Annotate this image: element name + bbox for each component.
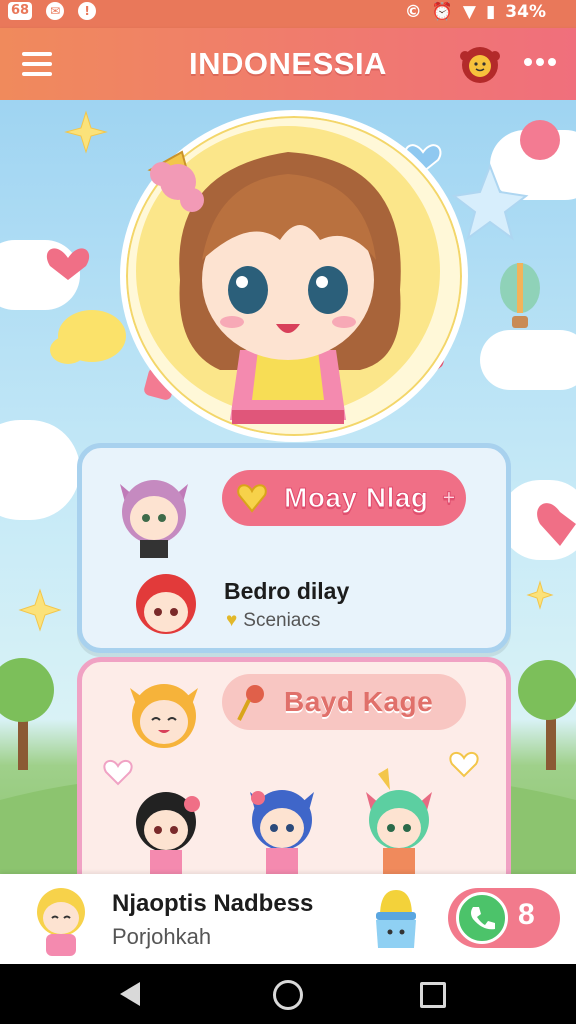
main-scene: Moay Nlag + Bedro dilay ♥ Sceniacs Bayd … bbox=[0, 100, 576, 874]
notification-icon: ✉ bbox=[46, 2, 65, 20]
home-icon[interactable] bbox=[273, 980, 303, 1010]
wifi-icon: ▼ bbox=[462, 2, 476, 22]
call-count: 8 bbox=[518, 898, 535, 931]
heart-icon bbox=[537, 503, 576, 546]
alert-icon: ! bbox=[78, 2, 97, 20]
contact-pill-button[interactable]: Moay Nlag + bbox=[222, 470, 466, 526]
call-button[interactable]: 8 bbox=[448, 888, 560, 948]
app-bar: INDONESSIA bbox=[0, 28, 576, 100]
contact-pill-button[interactable]: Bayd Kage bbox=[222, 674, 466, 730]
phone-icon bbox=[456, 892, 508, 944]
heart-icon: ♥ bbox=[226, 610, 238, 631]
contact-subtitle: Porjohkah bbox=[112, 924, 212, 949]
system-nav-bar bbox=[0, 964, 576, 1024]
character-avatar[interactable] bbox=[240, 778, 324, 874]
hero-character-avatar[interactable] bbox=[120, 130, 456, 440]
alarm-icon: ⏰ bbox=[431, 2, 453, 22]
heart-icon bbox=[449, 751, 479, 778]
contact-pill-label: Moay Nlag bbox=[284, 482, 429, 514]
battery-text: 34% bbox=[505, 2, 546, 22]
contact-name: Njaoptis Nadbess bbox=[112, 890, 314, 917]
more-options-icon[interactable] bbox=[524, 58, 556, 66]
sync-icon: © bbox=[404, 2, 422, 22]
star-icon bbox=[451, 163, 529, 241]
status-bar: 68 ✉ ! © ⏰ ▼ ▮ 34% bbox=[0, 0, 576, 28]
character-avatar[interactable] bbox=[106, 466, 202, 560]
sparkle-icon: + bbox=[442, 485, 456, 511]
status-badge: 68 bbox=[8, 2, 33, 20]
contact-pill-label: Bayd Kage bbox=[284, 686, 434, 717]
signal-icon: ▮ bbox=[485, 2, 496, 22]
heart-icon bbox=[46, 248, 90, 280]
contact-subtitle-text: Sceniacs bbox=[243, 610, 321, 631]
heart-icon bbox=[232, 478, 272, 518]
bottom-contact-bar[interactable]: Njaoptis Nadbess Porjohkah 8 bbox=[0, 874, 576, 964]
mascot-avatar-icon[interactable] bbox=[455, 40, 505, 90]
lollipop-icon bbox=[232, 682, 272, 722]
back-icon[interactable] bbox=[120, 982, 140, 1006]
contact-card-1[interactable]: Moay Nlag + Bedro dilay ♥ Sceniacs bbox=[77, 443, 511, 653]
recent-apps-icon[interactable] bbox=[420, 982, 446, 1008]
balloon-icon bbox=[520, 120, 560, 160]
character-avatar[interactable] bbox=[126, 782, 206, 874]
contact-avatar[interactable] bbox=[28, 884, 94, 956]
mascot-icon bbox=[376, 890, 416, 948]
contact-card-2[interactable]: Bayd Kage bbox=[77, 657, 511, 874]
character-avatar[interactable] bbox=[354, 768, 444, 874]
character-avatar[interactable] bbox=[116, 672, 212, 762]
contact-subtitle: ♥ Sceniacs bbox=[226, 610, 320, 632]
contact-name: Bedro dilay bbox=[224, 578, 350, 604]
character-avatar[interactable] bbox=[126, 568, 206, 644]
